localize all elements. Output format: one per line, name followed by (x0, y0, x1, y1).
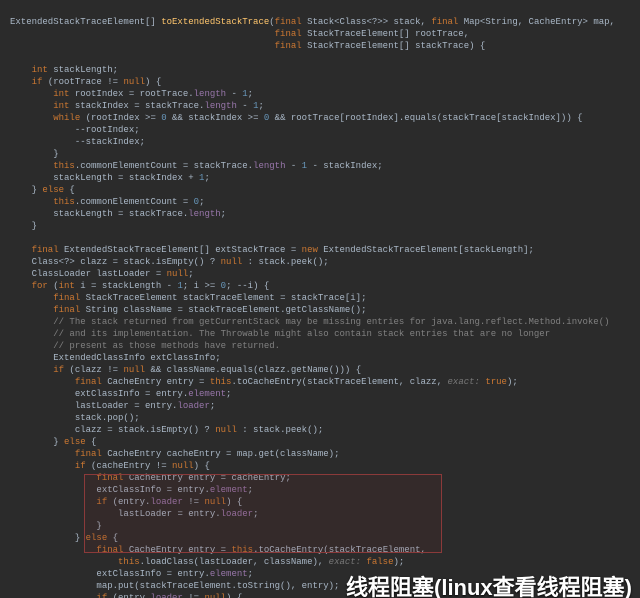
code-editor[interactable]: ExtendedStackTraceElement[] toExtendedSt… (0, 0, 640, 598)
image-caption: 线程阻塞(linux查看线程阻塞) (346, 582, 632, 594)
code-content: ExtendedStackTraceElement[] toExtendedSt… (10, 16, 640, 598)
